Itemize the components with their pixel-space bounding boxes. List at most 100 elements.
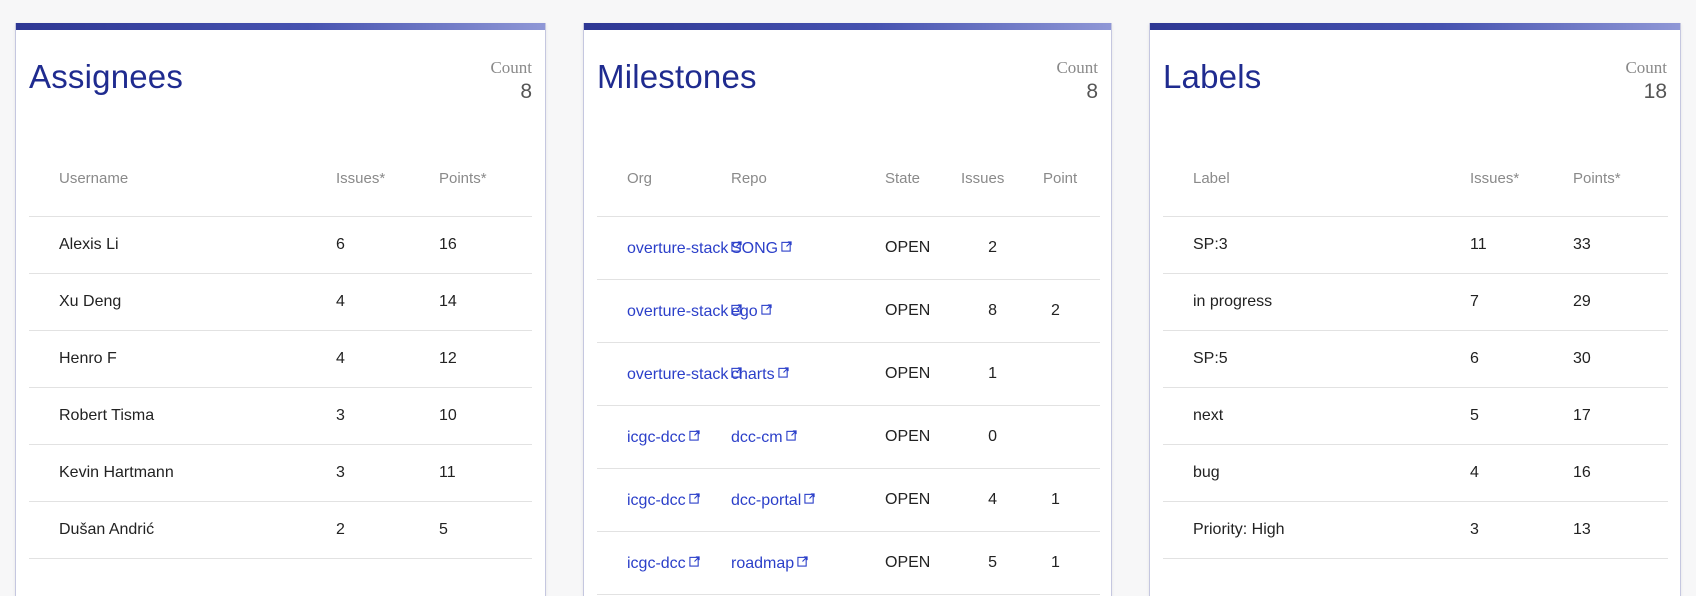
table-row[interactable]: Henro F 4 12 bbox=[29, 330, 532, 388]
org-text: overture-stack bbox=[627, 302, 729, 320]
repo-link[interactable]: SONG bbox=[731, 240, 792, 257]
points-cell bbox=[1031, 216, 1100, 280]
column-header-username[interactable]: Username bbox=[29, 140, 336, 217]
card-accent-bar bbox=[584, 23, 1111, 30]
points-cell: 16 bbox=[1573, 444, 1668, 502]
org-text: icgc-dcc bbox=[627, 428, 686, 446]
issues-cell: 4 bbox=[1470, 444, 1573, 502]
repo-link[interactable]: ego bbox=[731, 303, 772, 320]
org-cell: icgc-dcc bbox=[597, 531, 731, 595]
repo-link[interactable]: charts bbox=[731, 366, 789, 383]
milestones-table-scroll[interactable]: Org Repo State Issues Point overture-sta… bbox=[597, 140, 1100, 595]
repo-link[interactable]: dcc-portal bbox=[731, 492, 815, 509]
card-accent-bar bbox=[1150, 23, 1680, 30]
repo-text: roadmap bbox=[731, 554, 795, 572]
issues-cell: 0 bbox=[961, 405, 1031, 469]
repo-link[interactable]: roadmap bbox=[731, 555, 808, 572]
org-link[interactable]: overture-stack bbox=[627, 302, 743, 320]
points-cell bbox=[1031, 342, 1100, 406]
external-link-icon bbox=[804, 491, 815, 504]
repo-text: ego bbox=[731, 302, 758, 320]
labels-card: Labels Count 18 Label Issues* Points* SP… bbox=[1149, 23, 1681, 596]
repo-cell: roadmap bbox=[731, 531, 885, 595]
external-link-icon bbox=[777, 365, 789, 378]
issues-cell: 4 bbox=[336, 330, 439, 388]
username-cell: Robert Tisma bbox=[29, 387, 336, 445]
milestones-title: Milestones bbox=[597, 58, 757, 95]
state-cell: OPEN bbox=[885, 279, 961, 343]
org-cell: overture-stack bbox=[597, 279, 743, 343]
issues-cell: 3 bbox=[336, 444, 439, 502]
external-link-icon bbox=[781, 239, 792, 252]
username-cell: Xu Deng bbox=[29, 273, 336, 331]
repo-cell: dcc-portal bbox=[731, 468, 885, 532]
column-header-org[interactable]: Org bbox=[597, 140, 731, 217]
table-row[interactable]: Dušan Andrić 2 5 bbox=[29, 501, 532, 559]
table-row[interactable]: Xu Deng 4 14 bbox=[29, 273, 532, 331]
labels-title: Labels bbox=[1163, 58, 1262, 95]
column-header-issues[interactable]: Issues* bbox=[1470, 140, 1573, 217]
column-header-issues[interactable]: Issues bbox=[961, 140, 1031, 217]
repo-cell: SONG bbox=[731, 216, 885, 280]
table-row[interactable]: overture-stack SONG OPEN 2 bbox=[597, 216, 1100, 280]
table-row[interactable]: overture-stack ego OPEN 8 2 bbox=[597, 279, 1100, 343]
table-row[interactable]: bug 4 16 bbox=[1163, 444, 1668, 502]
label-cell: in progress bbox=[1163, 273, 1470, 331]
count-label: Count bbox=[490, 58, 532, 77]
column-header-points[interactable]: Points* bbox=[1573, 140, 1668, 217]
points-cell: 10 bbox=[439, 387, 532, 445]
external-link-icon bbox=[785, 428, 797, 441]
table-row[interactable]: in progress 7 29 bbox=[1163, 273, 1668, 331]
column-header-points[interactable]: Point bbox=[1031, 140, 1100, 217]
org-cell: icgc-dcc bbox=[597, 468, 731, 532]
table-row[interactable]: SP:5 6 30 bbox=[1163, 330, 1668, 388]
table-row[interactable]: Robert Tisma 3 10 bbox=[29, 387, 532, 445]
label-cell: SP:5 bbox=[1163, 330, 1470, 388]
issues-cell: 3 bbox=[336, 387, 439, 445]
table-row[interactable]: icgc-dcc dcc-cm OPEN 0 bbox=[597, 405, 1100, 469]
org-link[interactable]: icgc-dcc bbox=[627, 492, 700, 509]
external-link-icon bbox=[797, 554, 808, 567]
issues-cell: 6 bbox=[1470, 330, 1573, 388]
table-row[interactable]: overture-stack charts OPEN 1 bbox=[597, 342, 1100, 406]
org-link[interactable]: icgc-dcc bbox=[627, 429, 700, 446]
points-cell: 13 bbox=[1573, 501, 1668, 559]
table-row[interactable]: icgc-dcc dcc-portal OPEN 4 1 bbox=[597, 468, 1100, 532]
column-header-repo[interactable]: Repo bbox=[731, 140, 885, 217]
points-cell: 16 bbox=[439, 216, 532, 274]
column-header-state[interactable]: State bbox=[885, 140, 961, 217]
issues-cell: 5 bbox=[961, 531, 1031, 595]
state-cell: OPEN bbox=[885, 342, 961, 406]
table-row[interactable]: Alexis Li 6 16 bbox=[29, 216, 532, 274]
repo-link[interactable]: dcc-cm bbox=[731, 429, 797, 446]
table-row[interactable]: Kevin Hartmann 3 11 bbox=[29, 444, 532, 502]
points-cell: 1 bbox=[1031, 468, 1100, 532]
milestones-table: Org Repo State Issues Point overture-sta… bbox=[597, 140, 1100, 595]
assignees-card: Assignees Count 8 Username Issues* Point… bbox=[15, 23, 546, 596]
column-header-label[interactable]: Label bbox=[1163, 140, 1470, 217]
org-text: icgc-dcc bbox=[627, 554, 686, 572]
issues-cell: 7 bbox=[1470, 273, 1573, 331]
username-cell: Kevin Hartmann bbox=[29, 444, 336, 502]
labels-count: Count 18 bbox=[1625, 58, 1667, 104]
points-cell: 14 bbox=[439, 273, 532, 331]
org-link[interactable]: overture-stack bbox=[627, 239, 743, 257]
column-header-issues[interactable]: Issues* bbox=[336, 140, 439, 217]
column-header-points[interactable]: Points* bbox=[439, 140, 532, 217]
state-cell: OPEN bbox=[885, 531, 961, 595]
points-cell: 5 bbox=[439, 501, 532, 559]
issues-cell: 3 bbox=[1470, 501, 1573, 559]
repo-text: SONG bbox=[731, 239, 779, 257]
count-value: 8 bbox=[520, 80, 532, 103]
table-row[interactable]: next 5 17 bbox=[1163, 387, 1668, 445]
table-row[interactable]: SP:3 11 33 bbox=[1163, 216, 1668, 274]
org-link[interactable]: overture-stack bbox=[627, 366, 743, 383]
external-link-icon bbox=[689, 491, 700, 504]
username-cell: Henro F bbox=[29, 330, 336, 388]
label-cell: Priority: High bbox=[1163, 501, 1470, 559]
points-cell: 17 bbox=[1573, 387, 1668, 445]
table-row[interactable]: icgc-dcc roadmap OPEN 5 1 bbox=[597, 531, 1100, 595]
org-text: overture-stack bbox=[627, 239, 729, 257]
table-row[interactable]: Priority: High 3 13 bbox=[1163, 501, 1668, 559]
org-link[interactable]: icgc-dcc bbox=[627, 555, 700, 572]
